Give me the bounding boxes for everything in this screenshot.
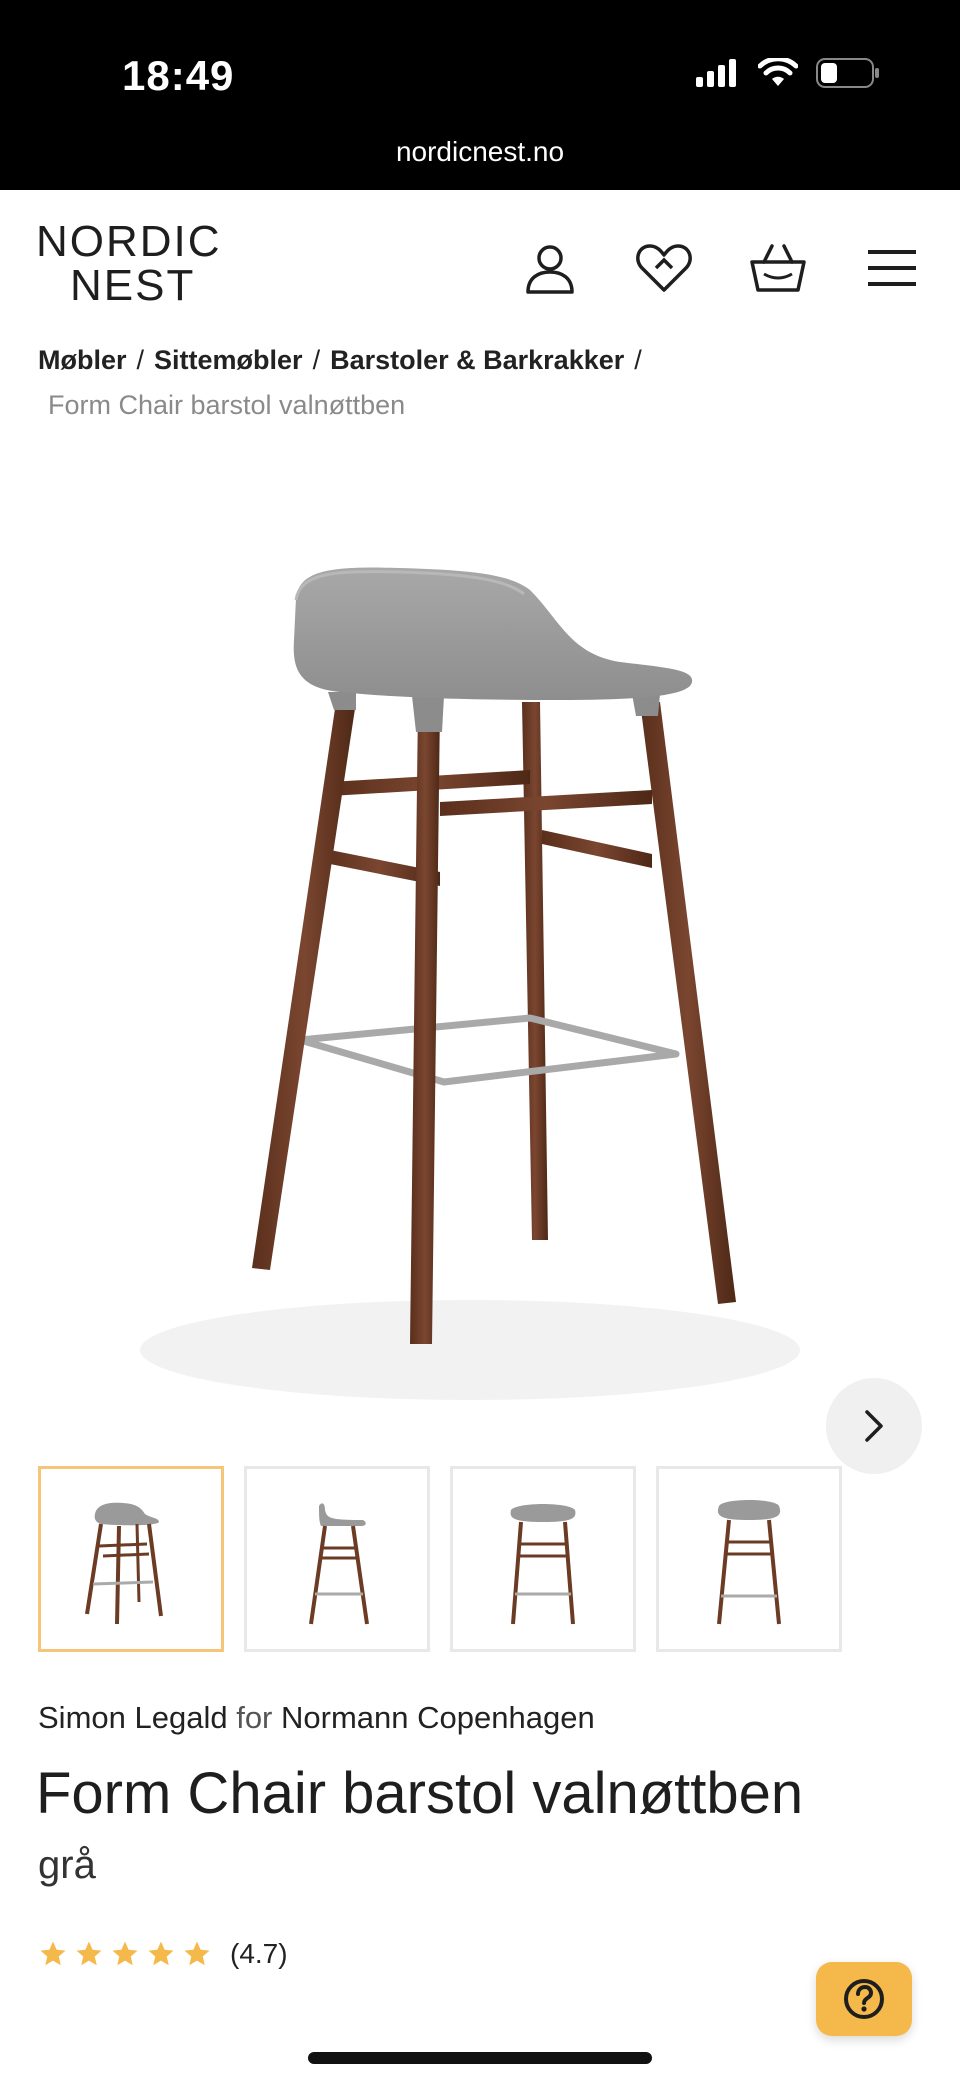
status-bar: 18:49 nordicnest.no bbox=[0, 0, 960, 190]
star-icon bbox=[40, 1941, 66, 1966]
next-image-button[interactable] bbox=[826, 1378, 922, 1474]
thumbnail-3[interactable] bbox=[450, 1466, 636, 1652]
basket-icon[interactable] bbox=[748, 238, 808, 298]
menu-icon[interactable] bbox=[862, 238, 922, 298]
help-button[interactable] bbox=[816, 1962, 912, 2036]
wifi-icon bbox=[758, 58, 798, 86]
logo-line-1: NORDIC bbox=[36, 217, 222, 266]
designer-name[interactable]: Simon Legald bbox=[38, 1700, 228, 1735]
battery-icon bbox=[816, 58, 879, 88]
stool-back-thumbnail-image bbox=[717, 1500, 781, 1625]
breadcrumb-current: Form Chair barstol valnøttben bbox=[48, 390, 406, 420]
product-variant: grå bbox=[38, 1843, 96, 1887]
stool-side-thumbnail-image bbox=[309, 1503, 369, 1625]
breadcrumb: Møbler / Sittemøbler / Barstoler & Barkrakke… bbox=[38, 345, 938, 421]
heart-icon[interactable] bbox=[634, 238, 694, 298]
star-icon bbox=[148, 1941, 174, 1966]
rating-score: (4.7) bbox=[230, 1938, 288, 1969]
breadcrumb-item-barstoler[interactable]: Barstoler & Barkrakker bbox=[330, 345, 624, 375]
product-main-image[interactable] bbox=[0, 470, 960, 1474]
breadcrumb-separator: / bbox=[312, 345, 321, 375]
product-rating[interactable]: (4.7) bbox=[38, 1938, 288, 1970]
product-title: Form Chair barstol valnøttben bbox=[36, 1761, 804, 1826]
question-icon bbox=[844, 1979, 884, 2019]
breadcrumb-item-sittemobler[interactable]: Sittemøbler bbox=[154, 345, 303, 375]
status-time: 18:49 bbox=[122, 52, 235, 99]
star-icon bbox=[112, 1941, 138, 1966]
brand-name[interactable]: Normann Copenhagen bbox=[281, 1700, 595, 1735]
site-logo[interactable]: NORDIC NEST bbox=[36, 220, 226, 308]
breadcrumb-separator: / bbox=[136, 345, 145, 375]
chevron-right-icon bbox=[865, 1410, 883, 1442]
designer-for-word: for bbox=[236, 1700, 273, 1735]
breadcrumb-item-mobler[interactable]: Møbler bbox=[38, 345, 127, 375]
thumbnail-4[interactable] bbox=[656, 1466, 842, 1652]
stool-thumbnail-image bbox=[85, 1502, 163, 1625]
status-icons bbox=[696, 58, 880, 88]
home-indicator[interactable] bbox=[308, 2052, 652, 2064]
stool-front-thumbnail-image bbox=[510, 1504, 576, 1625]
breadcrumb-separator: / bbox=[634, 345, 642, 375]
address-bar-url[interactable]: nordicnest.no bbox=[0, 136, 960, 168]
star-icon bbox=[76, 1941, 102, 1966]
thumbnail-1[interactable] bbox=[38, 1466, 224, 1652]
signal-icon bbox=[696, 59, 736, 87]
user-icon[interactable] bbox=[520, 238, 580, 298]
bar-stool-illustration bbox=[140, 567, 800, 1400]
star-icon bbox=[184, 1941, 210, 1966]
thumbnail-strip bbox=[38, 1466, 842, 1652]
thumbnail-2[interactable] bbox=[244, 1466, 430, 1652]
logo-line-2: NEST bbox=[70, 261, 196, 310]
designer-line: Simon Legald for Normann Copenhagen bbox=[38, 1700, 595, 1736]
site-header: NORDIC NEST bbox=[0, 190, 960, 340]
